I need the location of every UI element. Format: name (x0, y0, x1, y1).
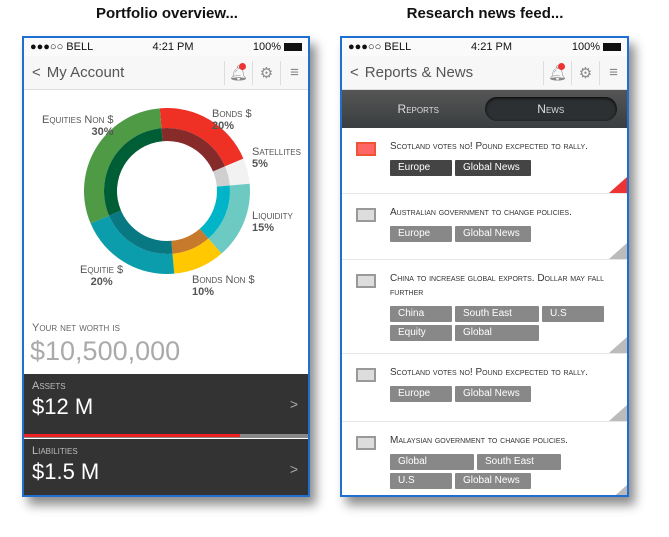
tag-list: Global EconomySouth East Asia U.SGlobal N… (390, 454, 610, 489)
tag[interactable]: Europe (390, 160, 452, 176)
assets-label: Assets (32, 380, 66, 392)
battery: 100% (572, 41, 621, 53)
assets-value: $12 M (32, 394, 94, 419)
net-worth-value: $10,500,000 (30, 336, 181, 366)
time: 4:21 PM (152, 41, 194, 53)
label-bonds: Bonds $20% (212, 108, 252, 132)
notification-badge (558, 62, 565, 70)
tag[interactable]: Equity (390, 325, 452, 341)
carrier: ●●●○○ BELL (348, 41, 412, 53)
tab-news[interactable]: News (484, 97, 617, 121)
menu-icon[interactable]: ≡ (280, 60, 308, 85)
news-headline: Scotland votes no! Pound excpected to ra… (390, 141, 588, 152)
newspaper-icon (356, 368, 376, 382)
status-bar: ●●●○○ BELL 4:21 PM 100% (24, 38, 308, 56)
corner-marker (609, 485, 627, 495)
page-title: Reports & News (364, 64, 474, 81)
label-satellites: Satellites 5% (252, 146, 301, 170)
label-bonds-non: Bonds Non $10% (192, 274, 255, 298)
tag[interactable]: Europe (390, 226, 452, 242)
tag[interactable]: Global economy (455, 325, 539, 354)
tab-reports[interactable]: Reports (352, 97, 485, 121)
label-liquidity: Liquidity 15% (252, 210, 293, 234)
corner-marker (609, 177, 627, 193)
header: < Reports & News 🔔︎ ⚙ ≡ (342, 56, 627, 90)
bell-icon[interactable]: 🔔︎ (543, 60, 571, 85)
news-item[interactable]: Malaysian government to change policies.… (342, 422, 627, 495)
liabilities-row[interactable]: Liabilities $1.5 M > (24, 439, 308, 495)
corner-marker (609, 405, 627, 421)
newspaper-icon (356, 142, 376, 156)
status-bar: ●●●○○ BELL 4:21 PM 100% (342, 38, 627, 56)
phone-portfolio: ●●●○○ BELL 4:21 PM 100% < My Account 🔔︎ … (22, 36, 310, 497)
liabilities-label: Liabilities (32, 445, 78, 457)
label-equities-non: Equities Non $30% (42, 114, 114, 138)
tag-list: Europe Global News (390, 386, 610, 402)
chevron-right-icon: > (289, 396, 298, 412)
battery: 100% (253, 41, 302, 53)
tag[interactable]: Global News (455, 386, 531, 402)
battery-icon (602, 43, 621, 52)
tag[interactable]: U.S (390, 473, 452, 489)
tag[interactable]: Global News (455, 473, 531, 489)
caption-portfolio: Portfolio overview... (96, 5, 238, 22)
assets-row[interactable]: Assets $12 M > (24, 374, 308, 434)
page-title: My Account (46, 64, 125, 81)
bell-icon[interactable]: 🔔︎ (224, 60, 252, 85)
news-item[interactable]: Scotland votes no! Pound excpected to ra… (342, 354, 627, 422)
caption-news: Research news feed... (406, 5, 564, 22)
gear-icon[interactable]: ⚙ (252, 60, 280, 85)
corner-marker (609, 337, 627, 353)
battery-icon (283, 43, 302, 52)
tab-bar: Reports News (342, 90, 627, 128)
news-item[interactable]: Australian government to change policies… (342, 194, 627, 260)
back-icon[interactable]: < (350, 64, 359, 81)
tag[interactable]: Global News (455, 160, 531, 176)
tag[interactable]: South East Asia (477, 454, 561, 483)
menu-icon[interactable]: ≡ (599, 60, 627, 85)
back-icon[interactable]: < (32, 64, 41, 81)
newspaper-icon (356, 208, 376, 222)
tag[interactable]: Global News (455, 226, 531, 242)
tag[interactable]: South East Asia (455, 306, 539, 335)
tag-list: Europe Global News (390, 226, 610, 242)
news-headline: Scotland votes no! Pound excpected to ra… (390, 367, 588, 378)
news-headline: Malaysian government to change policies. (390, 435, 568, 446)
phone-news: ●●●○○ BELL 4:21 PM 100% < Reports & News… (340, 36, 629, 497)
news-item[interactable]: Scotland votes no! Pound excpected to ra… (342, 128, 627, 194)
tag[interactable]: Europe (390, 386, 452, 402)
news-item[interactable]: China to increase global exports. Dollar… (342, 260, 627, 354)
time: 4:21 PM (471, 41, 512, 53)
carrier: ●●●○○ BELL (30, 41, 94, 53)
tag-list: ChinaSouth East AsiaU.S EquityGlobal econ… (390, 306, 610, 354)
notification-badge (239, 62, 246, 70)
chevron-right-icon: > (289, 461, 298, 477)
gear-icon[interactable]: ⚙ (571, 60, 599, 85)
newspaper-icon (356, 274, 376, 288)
corner-marker (609, 243, 627, 259)
assets-progress-bar (24, 434, 308, 438)
tag-list: Europe Global News (390, 160, 610, 176)
news-headline: China to increase global exports. Dollar… (390, 273, 605, 298)
header: < My Account 🔔︎ ⚙ ≡ (24, 56, 308, 90)
liabilities-value: $1.5 M (32, 459, 100, 484)
tag[interactable]: U.S (542, 306, 604, 322)
news-headline: Australian government to change policies… (390, 207, 572, 218)
tag[interactable]: China (390, 306, 452, 322)
tag[interactable]: Global Economy (390, 454, 474, 483)
newspaper-icon (356, 436, 376, 450)
assets-progress-fill (24, 434, 240, 437)
label-equitie: Equitie $20% (80, 264, 124, 288)
net-worth-label: Your net worth is (32, 322, 120, 334)
